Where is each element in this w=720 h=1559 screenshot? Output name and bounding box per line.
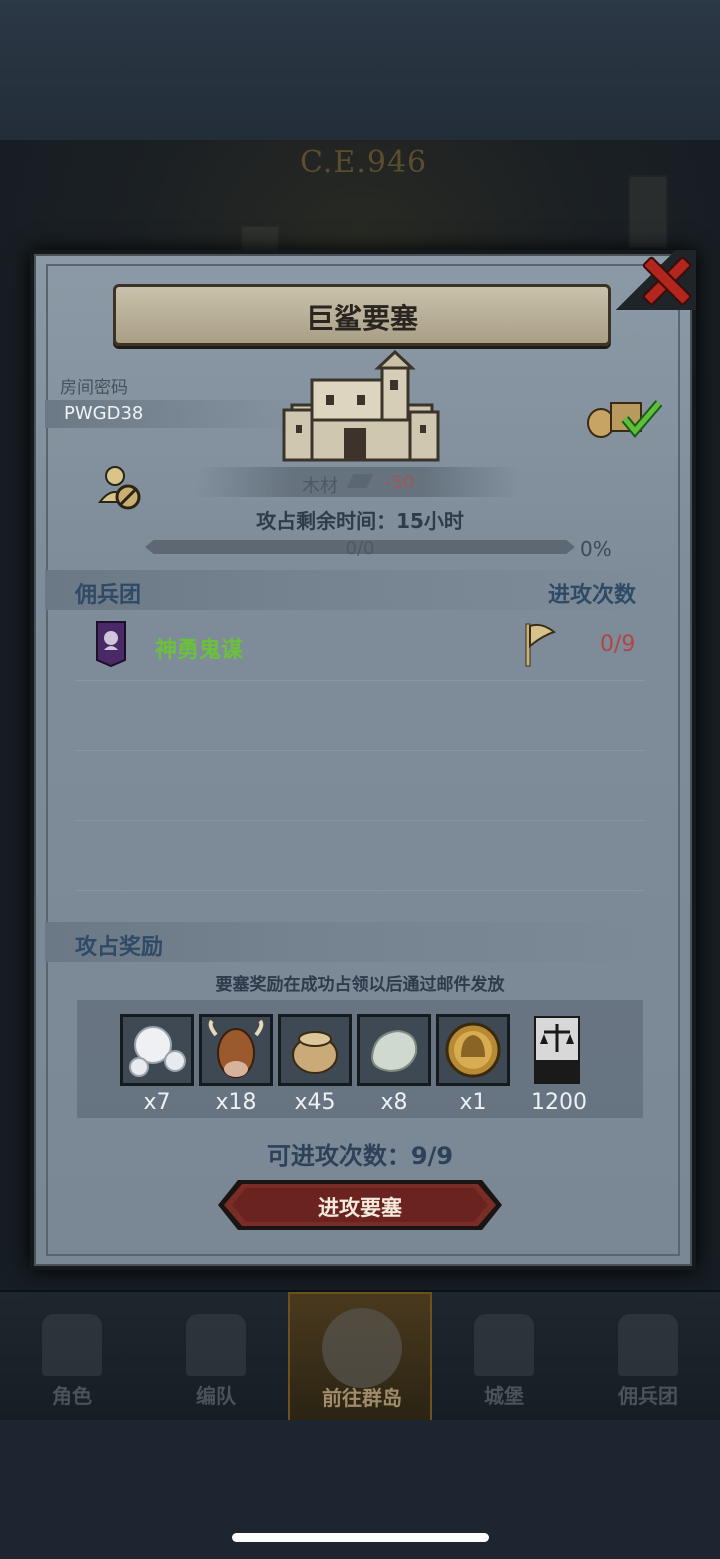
squad-icon [186, 1314, 246, 1376]
resource-cost: -50 [385, 472, 415, 493]
nav-mercenary[interactable]: 佣兵团 [576, 1292, 720, 1422]
reward-note: 要塞奖励在成功占领以后通过邮件发放 [215, 975, 505, 995]
stone-icon [370, 1029, 418, 1073]
nav-role[interactable]: 角色 [0, 1292, 144, 1422]
fortress-castle-icon [282, 350, 440, 462]
reward-qty: 1200 [531, 1090, 587, 1115]
room-code-value: PWGD38 [64, 403, 144, 424]
reward-qty: x45 [294, 1090, 336, 1115]
progress-count: 0/0 [345, 538, 375, 559]
pearl-icon [129, 1026, 186, 1077]
guild-emblem-icon [96, 621, 126, 668]
guild-attack-count: 0/9 [600, 632, 636, 657]
nav-islands[interactable]: 前往群岛 [288, 1292, 432, 1422]
progress-percent: 0% [580, 537, 612, 561]
row-divider [75, 680, 645, 681]
honor-banner-icon[interactable] [534, 1016, 580, 1084]
top-bar [0, 0, 720, 140]
row-divider [75, 820, 645, 821]
resource-label: 木材 [302, 476, 338, 497]
reward-qty: x1 [459, 1090, 487, 1115]
home-indicator[interactable] [232, 1533, 489, 1542]
mercenary-icon [618, 1314, 678, 1376]
reward-item-sack[interactable] [278, 1014, 352, 1086]
attack-count-header: 进攻次数 [548, 583, 637, 608]
guild-name[interactable]: 神勇鬼谋 [155, 632, 243, 664]
reward-item-pearl[interactable] [120, 1014, 194, 1086]
nav-squad[interactable]: 编队 [144, 1292, 288, 1422]
room-code-label: 房间密码 [60, 378, 128, 398]
grain-sack-icon [292, 1031, 338, 1074]
mercenary-section-title: 佣兵团 [75, 583, 142, 608]
attack-fortress-label: 进攻要塞 [318, 1196, 402, 1220]
castle-icon [474, 1314, 534, 1376]
nav-castle[interactable]: 城堡 [432, 1292, 576, 1422]
reward-item-gold-coin[interactable] [436, 1014, 510, 1086]
dialog-title: 巨鲨要塞 [305, 302, 418, 335]
reward-qty: x8 [380, 1090, 408, 1115]
nav-label: 城堡 [484, 1384, 524, 1408]
attack-flag-icon [525, 623, 557, 667]
nav-label: 角色 [52, 1384, 92, 1408]
reward-qty: x7 [143, 1090, 171, 1115]
nav-label: 编队 [196, 1384, 236, 1408]
reward-qty: x18 [215, 1090, 257, 1115]
bottom-navigation: 角色 编队 前往群岛 城堡 佣兵团 [0, 1290, 720, 1422]
row-divider [75, 890, 645, 891]
title-plate: 巨鲨要塞 [113, 284, 611, 346]
reward-item-cow[interactable] [199, 1014, 273, 1086]
gold-helmet-coin-icon [445, 1022, 501, 1078]
knight-icon [42, 1314, 102, 1376]
nav-label: 佣兵团 [618, 1384, 678, 1408]
nav-label: 前往群岛 [322, 1386, 402, 1410]
close-button[interactable] [636, 250, 692, 306]
reward-section-title: 攻占奖励 [75, 935, 164, 960]
cow-icon [208, 1019, 264, 1078]
remaining-attempts: 可进攻次数：9/9 [266, 1142, 454, 1170]
remaining-time: 攻占剩余时间：15小时 [256, 509, 464, 533]
reward-item-stone[interactable] [357, 1014, 431, 1086]
attack-fortress-button[interactable]: 进攻要塞 [216, 1178, 504, 1232]
supplies-check-icon[interactable] [585, 393, 665, 439]
globe-icon [322, 1308, 402, 1388]
row-divider [75, 750, 645, 751]
